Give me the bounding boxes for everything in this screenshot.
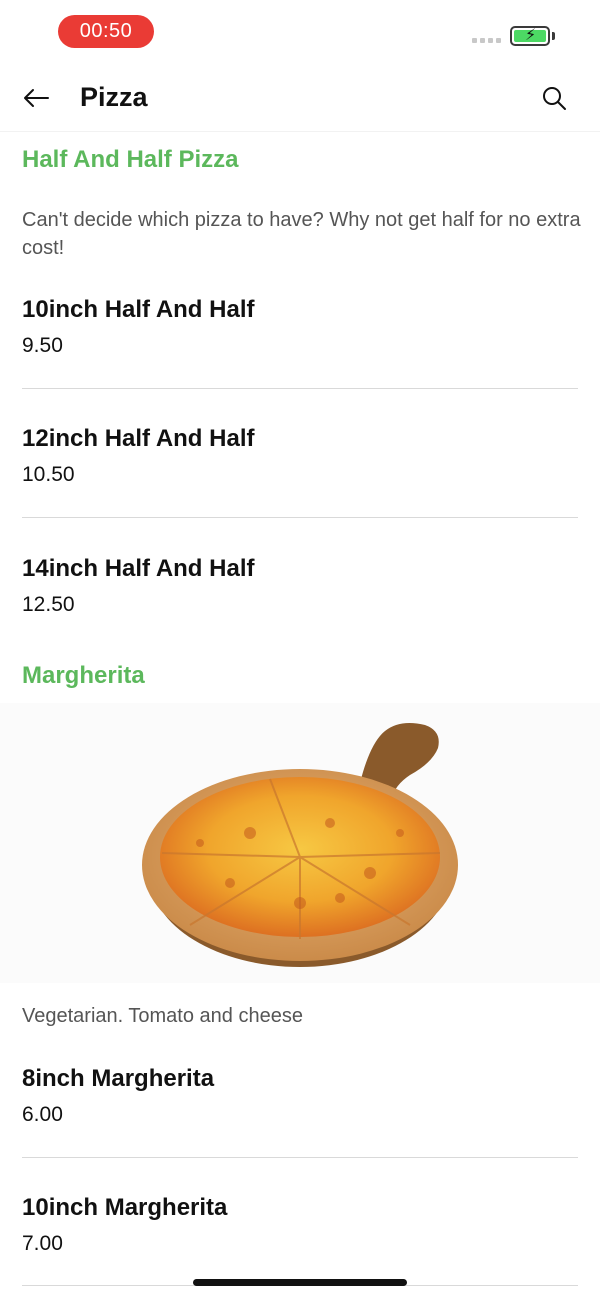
menu-item-14inch-half[interactable]: 14inch Half And Half 12.50 — [22, 555, 578, 617]
item-name: 8inch Margherita — [22, 1065, 215, 1092]
category-description: Vegetarian. Tomato and cheese — [22, 1005, 303, 1027]
menu-item-10inch-half[interactable]: 10inch Half And Half 9.50 — [22, 296, 578, 358]
divider — [22, 388, 578, 389]
divider — [22, 517, 578, 518]
signal-icon — [472, 38, 504, 44]
item-price: 6.00 — [22, 1103, 63, 1126]
home-indicator[interactable] — [193, 1279, 407, 1286]
item-name: 10inch Half And Half — [22, 296, 255, 323]
item-name: 12inch Half And Half — [22, 425, 255, 452]
item-price: 10.50 — [22, 463, 75, 486]
item-price: 7.00 — [22, 1232, 63, 1255]
category-description: Can't decide which pizza to have? Why no… — [22, 209, 581, 259]
status-time: 00:50 — [58, 15, 154, 48]
item-name: 10inch Margherita — [22, 1194, 228, 1221]
item-name: 14inch Half And Half — [22, 555, 255, 582]
menu-item-8inch-margherita[interactable]: 8inch Margherita 6.00 — [22, 1065, 578, 1127]
category-title-half-and-half: Half And Half Pizza — [22, 146, 239, 173]
menu-item-12inch-half[interactable]: 12inch Half And Half 10.50 — [22, 425, 578, 487]
battery-icon: ⚡ — [510, 26, 550, 46]
status-bar: 00:50 ⚡ — [0, 0, 600, 64]
battery-cap — [552, 32, 555, 40]
item-price: 9.50 — [22, 334, 63, 357]
page-title: Pizza — [80, 82, 148, 112]
back-arrow-icon[interactable] — [20, 82, 52, 114]
menu-item-10inch-margherita[interactable]: 10inch Margherita 7.00 — [22, 1194, 578, 1256]
margherita-pizza-image — [0, 703, 600, 983]
item-price: 12.50 — [22, 593, 75, 616]
app-header: Pizza — [0, 64, 600, 132]
category-title-margherita: Margherita — [22, 662, 145, 689]
divider — [22, 1157, 578, 1158]
search-icon[interactable] — [538, 82, 570, 114]
